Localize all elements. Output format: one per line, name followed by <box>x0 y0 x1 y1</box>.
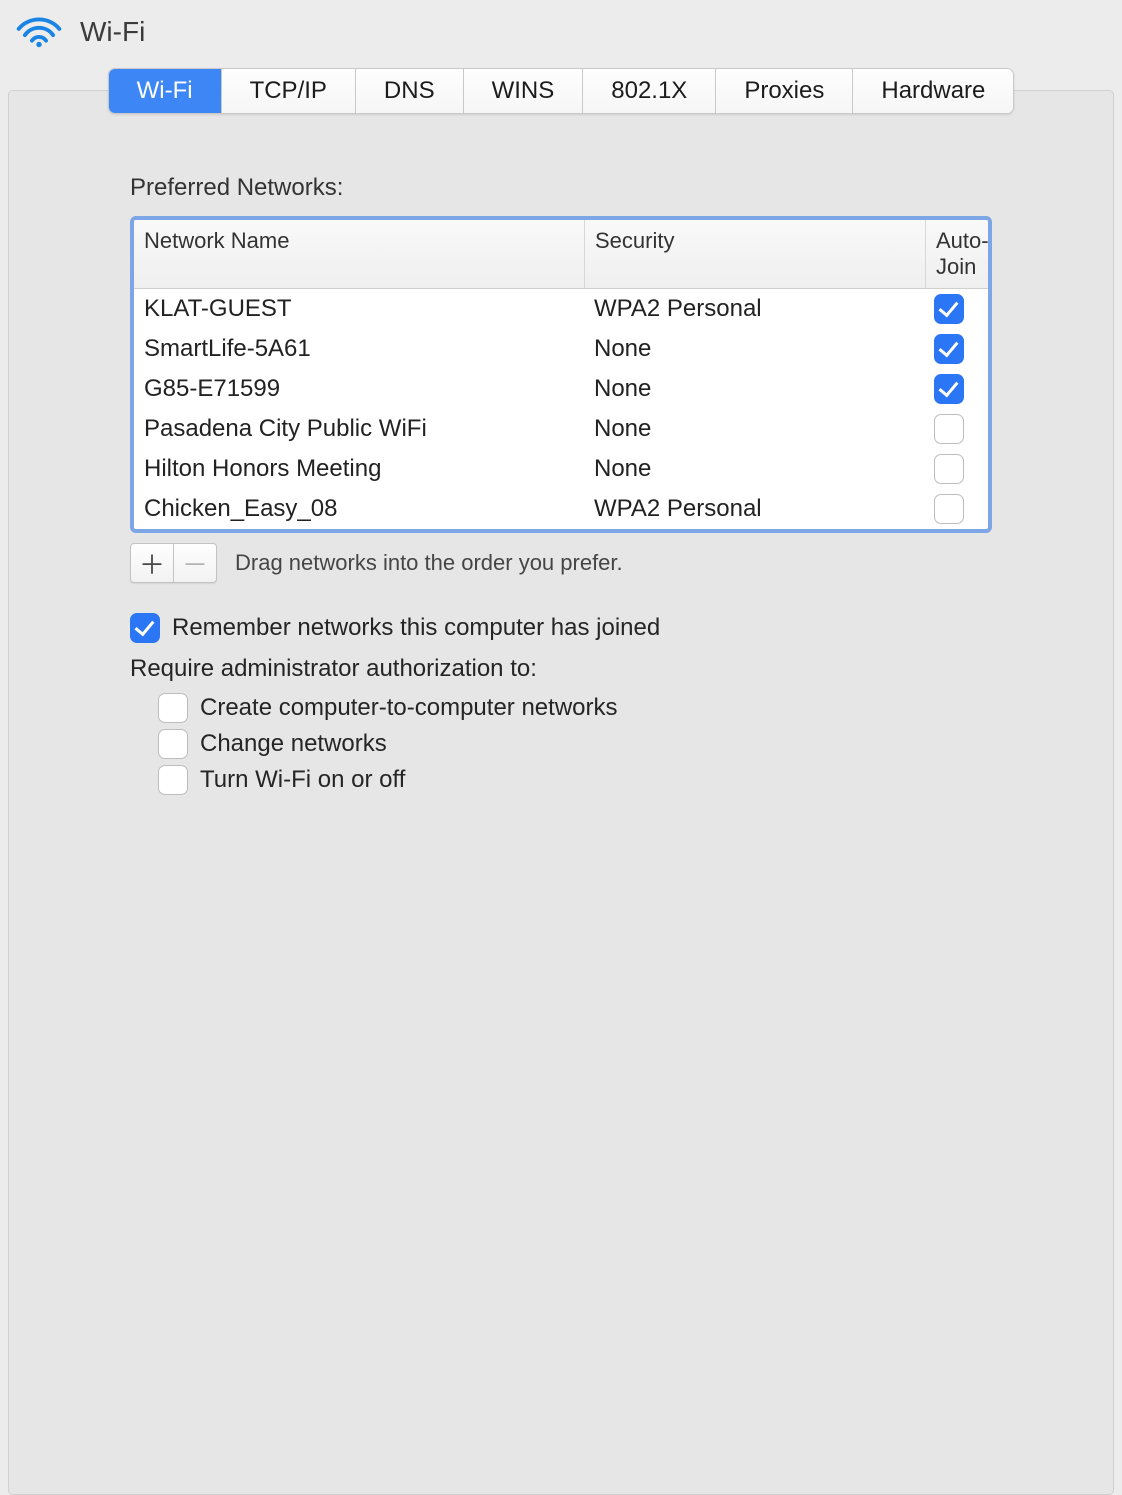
add-network-button[interactable]: ＋ <box>131 544 174 582</box>
table-row[interactable]: G85-E71599None <box>134 369 988 409</box>
tab-wi-fi[interactable]: Wi-Fi <box>109 69 222 113</box>
network-security: WPA2 Personal <box>584 293 924 325</box>
page-title: Wi-Fi <box>80 16 145 48</box>
auto-join-checkbox[interactable] <box>934 374 964 404</box>
drag-hint-text: Drag networks into the order you prefer. <box>235 550 623 576</box>
auto-join-checkbox[interactable] <box>934 294 964 324</box>
network-name: G85-E71599 <box>134 373 584 405</box>
network-name: Pasadena City Public WiFi <box>134 413 584 445</box>
column-security[interactable]: Security <box>584 220 925 288</box>
network-security: WPA2 Personal <box>584 493 924 525</box>
network-security: None <box>584 453 924 485</box>
tab-802-1x[interactable]: 802.1X <box>583 69 716 113</box>
admin-opt-checkbox[interactable] <box>158 765 188 795</box>
admin-opt-label: Create computer-to-computer networks <box>200 694 618 722</box>
networks-table: Network Name Security Auto-Join KLAT-GUE… <box>130 216 992 533</box>
remember-networks-checkbox[interactable] <box>130 613 160 643</box>
admin-opt-label: Change networks <box>200 730 387 758</box>
admin-opt-checkbox[interactable] <box>158 693 188 723</box>
table-row[interactable]: SmartLife-5A61None <box>134 329 988 369</box>
network-security: None <box>584 333 924 365</box>
auto-join-checkbox[interactable] <box>934 494 964 524</box>
auto-join-checkbox[interactable] <box>934 454 964 484</box>
table-row[interactable]: Pasadena City Public WiFiNone <box>134 409 988 449</box>
tab-wins[interactable]: WINS <box>464 69 584 113</box>
admin-opt-label: Turn Wi-Fi on or off <box>200 766 405 794</box>
auto-join-checkbox[interactable] <box>934 334 964 364</box>
network-name: SmartLife-5A61 <box>134 333 584 365</box>
network-security: None <box>584 373 924 405</box>
table-row[interactable]: Hilton Honors MeetingNone <box>134 449 988 489</box>
column-auto-join[interactable]: Auto-Join <box>925 220 992 288</box>
network-name: Hilton Honors Meeting <box>134 453 584 485</box>
tab-dns[interactable]: DNS <box>356 69 464 113</box>
network-security: None <box>584 413 924 445</box>
column-network-name[interactable]: Network Name <box>134 220 584 288</box>
tab-tcp-ip[interactable]: TCP/IP <box>222 69 356 113</box>
table-row[interactable]: KLAT-GUESTWPA2 Personal <box>134 289 988 329</box>
network-name: KLAT-GUEST <box>134 293 584 325</box>
remember-networks-label: Remember networks this computer has join… <box>172 614 660 642</box>
preferred-networks-label: Preferred Networks: <box>130 174 992 202</box>
table-row[interactable]: Chicken_Easy_08WPA2 Personal <box>134 489 988 529</box>
auto-join-checkbox[interactable] <box>934 414 964 444</box>
remove-network-button[interactable]: － <box>174 544 216 582</box>
table-header: Network Name Security Auto-Join <box>134 220 988 289</box>
add-remove-button-group: ＋ － <box>130 543 217 583</box>
network-name: Chicken_Easy_08 <box>134 493 584 525</box>
wifi-icon <box>14 12 64 52</box>
require-admin-label: Require administrator authorization to: <box>130 655 992 683</box>
tab-hardware[interactable]: Hardware <box>853 69 1013 113</box>
tabbar: Wi-FiTCP/IPDNSWINS802.1XProxiesHardware <box>108 68 1015 114</box>
tab-proxies[interactable]: Proxies <box>716 69 853 113</box>
admin-opt-checkbox[interactable] <box>158 729 188 759</box>
